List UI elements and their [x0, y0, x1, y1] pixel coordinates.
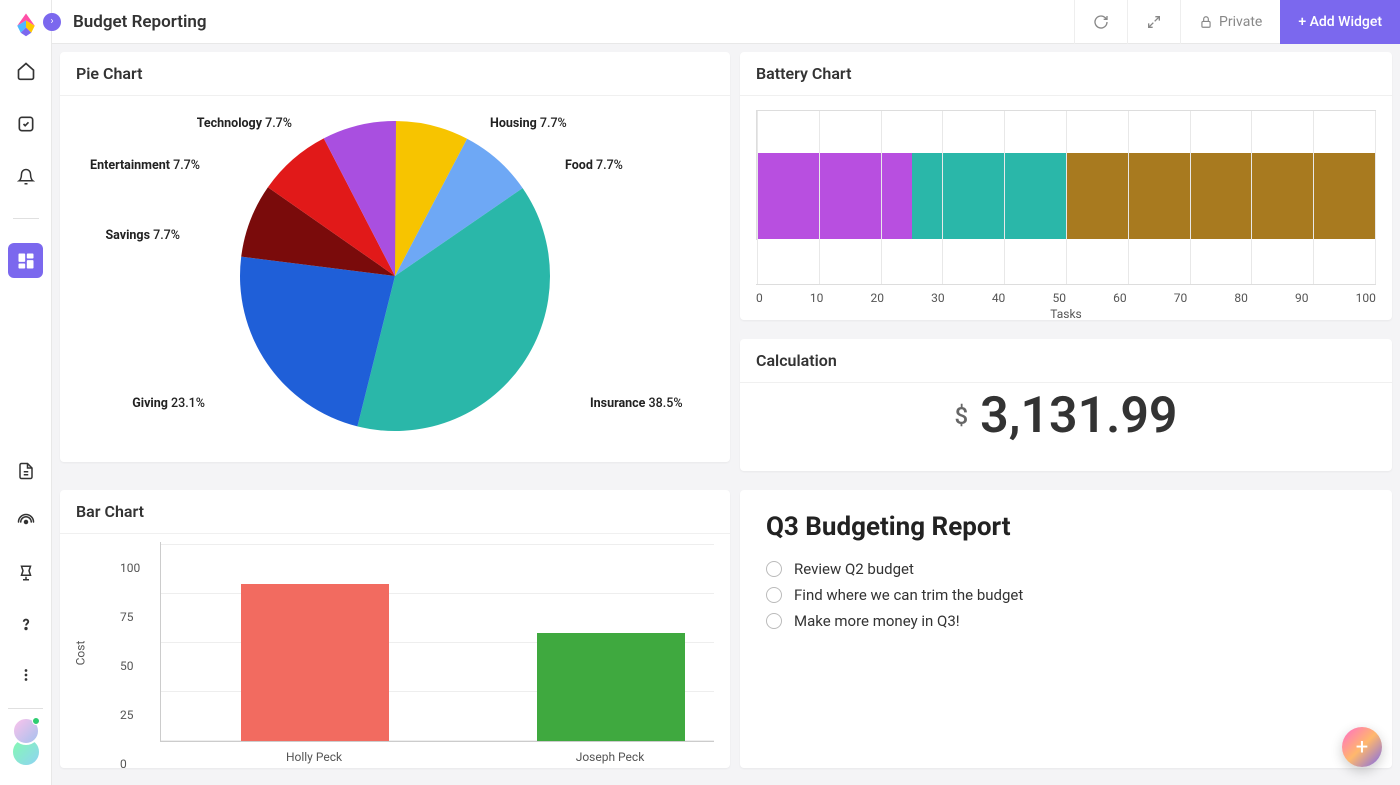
expand-button[interactable] [1127, 0, 1180, 44]
card-title: Pie Chart [60, 52, 730, 96]
axis-tick: 60 [1113, 291, 1127, 305]
nav-docs[interactable] [8, 453, 43, 488]
report-title: Q3 Budgeting Report [766, 512, 1366, 542]
todo-item[interactable]: Make more money in Q3! [766, 608, 1366, 634]
privacy-label: Private [1219, 14, 1262, 30]
axis-tick: 0 [756, 291, 763, 305]
quick-create-button[interactable]: + [1342, 727, 1382, 767]
nav-dashboard[interactable] [8, 243, 43, 278]
battery-axis-label: Tasks [756, 307, 1376, 321]
axis-tick: 20 [871, 291, 885, 305]
checkbox-icon[interactable] [766, 587, 782, 603]
nav-tasks[interactable] [8, 106, 43, 141]
axis-tick: 100 [1356, 291, 1376, 305]
axis-tick: Holly Peck [240, 750, 388, 764]
todo-label: Find where we can trim the budget [794, 586, 1023, 604]
card-title: Battery Chart [740, 52, 1392, 96]
pie-chart-card: Pie Chart Housing 7.7% Food 7.7% Insurance… [60, 52, 730, 462]
pie-label: Savings 7.7% [105, 228, 180, 243]
sidebar-toggle[interactable]: › [43, 13, 61, 31]
pie-chart: Housing 7.7% Food 7.7% Insurance 38.5% Givi… [60, 96, 730, 446]
axis-tick: 90 [1295, 291, 1309, 305]
bar-chart: Cost 0255075100Holly PeckJoseph Peck [60, 534, 730, 772]
todo-item[interactable]: Review Q2 budget [766, 556, 1366, 582]
nav-home[interactable] [8, 53, 43, 88]
todo-label: Make more money in Q3! [794, 612, 960, 630]
user-avatars[interactable] [8, 708, 43, 767]
axis-tick: 40 [992, 291, 1006, 305]
nav-pulse[interactable] [8, 504, 43, 539]
axis-tick: 80 [1234, 291, 1248, 305]
checkbox-icon[interactable] [766, 613, 782, 629]
todo-list: Review Q2 budget Find where we can trim t… [766, 556, 1366, 634]
todo-item[interactable]: Find where we can trim the budget [766, 582, 1366, 608]
pie-label: Food 7.7% [565, 158, 623, 173]
axis-tick: Joseph Peck [536, 750, 684, 764]
battery-segment [1066, 153, 1375, 239]
pie-label: Entertainment 7.7% [90, 158, 200, 173]
axis-tick: 50 [120, 659, 722, 673]
bar-chart-card: Bar Chart Cost 0255075100Holly PeckJosep… [60, 490, 730, 768]
page-title: Budget Reporting [73, 12, 207, 32]
topbar: › Budget Reporting Private + Add Widget [52, 0, 1400, 44]
calculation-value: $ 3,131.99 [740, 383, 1392, 457]
avatar[interactable] [12, 717, 40, 745]
pie-label: Technology 7.7% [197, 116, 292, 131]
card-title: Bar Chart [60, 490, 730, 534]
privacy-button[interactable]: Private [1180, 0, 1280, 44]
axis-tick: 100 [120, 561, 722, 575]
app-logo[interactable] [12, 10, 40, 38]
battery-chart [756, 110, 1376, 240]
refresh-button[interactable] [1074, 0, 1127, 44]
axis-tick: 75 [120, 610, 722, 624]
battery-segment [912, 153, 1067, 239]
nav-goals[interactable] [8, 555, 43, 590]
sidebar [0, 0, 52, 785]
report-card: Q3 Budgeting Report Review Q2 budget Find… [740, 490, 1392, 768]
nav-more[interactable] [8, 657, 43, 692]
axis-tick: 10 [810, 291, 824, 305]
add-widget-button[interactable]: + Add Widget [1280, 0, 1400, 44]
axis-tick: 70 [1174, 291, 1188, 305]
nav-notifications[interactable] [8, 159, 43, 194]
todo-label: Review Q2 budget [794, 560, 914, 578]
pie-label: Giving 23.1% [132, 396, 205, 411]
calculation-card: Calculation $ 3,131.99 [740, 339, 1392, 471]
card-title: Calculation [740, 339, 1392, 383]
pie-label: Housing 7.7% [490, 116, 567, 131]
pie-label: Insurance 38.5% [590, 396, 683, 411]
axis-tick: 25 [120, 708, 722, 722]
battery-chart-card: Battery Chart 0 10 20 30 40 50 60 70 80 90 100 Tas… [740, 52, 1392, 320]
axis-tick: 30 [931, 291, 945, 305]
bar [537, 633, 685, 741]
battery-segment [757, 153, 912, 239]
nav-help[interactable] [8, 606, 43, 641]
battery-axis: 0 10 20 30 40 50 60 70 80 90 100 [756, 284, 1376, 305]
axis-tick: 50 [1052, 291, 1066, 305]
checkbox-icon[interactable] [766, 561, 782, 577]
